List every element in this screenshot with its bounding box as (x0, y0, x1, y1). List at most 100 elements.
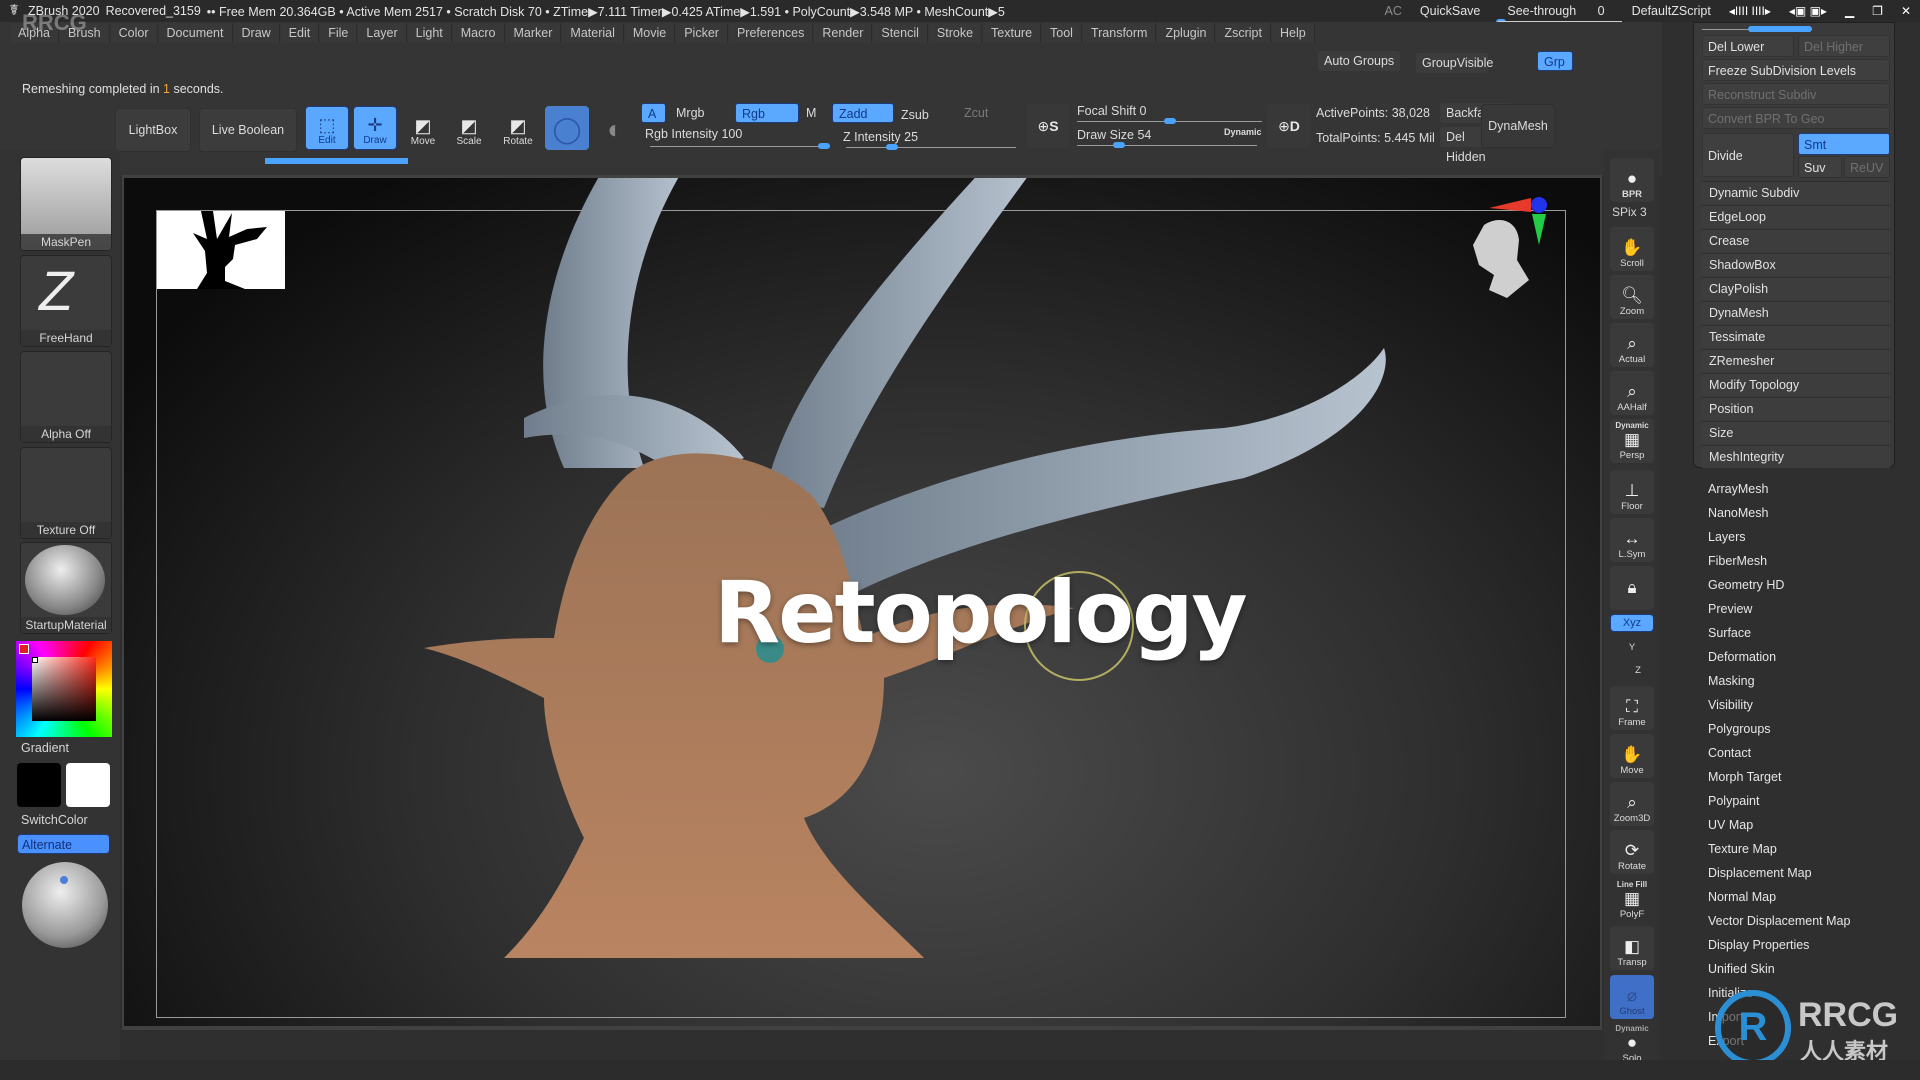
camera-lock-button[interactable]: 🔒︎ (1610, 566, 1654, 610)
draw-size-slider[interactable] (1077, 142, 1257, 148)
tool-arraymesh[interactable]: ArrayMesh (1708, 477, 1768, 501)
reuv-toggle[interactable]: ReUV (1844, 156, 1890, 178)
suv-toggle[interactable]: Suv (1798, 156, 1842, 178)
convert-bpr-button[interactable]: Convert BPR To Geo (1702, 107, 1890, 129)
draw-mode-button[interactable]: ✛ Draw (353, 106, 397, 150)
menu-help[interactable]: Help (1271, 23, 1315, 43)
tool-contact[interactable]: Contact (1708, 741, 1751, 765)
meshintegrity-row[interactable]: MeshIntegrity (1702, 445, 1890, 468)
crease-row[interactable]: Crease (1702, 229, 1890, 252)
persp-button[interactable]: Dynamic ▦ Persp (1610, 419, 1654, 463)
slider-knob[interactable] (818, 143, 830, 149)
dynamic-toggle[interactable]: Dynamic (1224, 127, 1262, 137)
tool-layers[interactable]: Layers (1708, 525, 1746, 549)
rotate-view-button[interactable]: ⟳ Rotate (1610, 830, 1654, 874)
a-button[interactable]: A (641, 103, 666, 123)
main-color-swatch[interactable] (17, 763, 61, 807)
floor-button[interactable]: ⊥ Floor (1610, 470, 1654, 514)
tool-surface[interactable]: Surface (1708, 621, 1751, 645)
edgeloop-row[interactable]: EdgeLoop (1702, 205, 1890, 228)
tool-polypaint[interactable]: Polypaint (1708, 789, 1759, 813)
scroll-button[interactable]: ✋ Scroll (1610, 227, 1654, 271)
slider-knob[interactable] (1163, 118, 1176, 124)
subdiv-level-slider[interactable] (1702, 26, 1812, 32)
smt-toggle[interactable]: Smt (1798, 133, 1890, 155)
rgb-intensity-slider[interactable] (650, 143, 830, 149)
del-higher-button[interactable]: Del Higher (1798, 35, 1890, 57)
slider-knob[interactable] (1748, 26, 1812, 32)
menu-stencil[interactable]: Stencil (873, 23, 928, 43)
slider-knob[interactable] (885, 144, 898, 150)
tool-masking[interactable]: Masking (1708, 669, 1755, 693)
zoom-button[interactable]: 🔍︎ Zoom (1610, 275, 1654, 319)
tool-unified-skin[interactable]: Unified Skin (1708, 957, 1775, 981)
y-rotate-button[interactable]: Y (1610, 637, 1654, 657)
menu-color[interactable]: Color (110, 23, 158, 43)
rgb-button[interactable]: Rgb (735, 103, 799, 123)
alternate-button[interactable]: Alternate (17, 834, 110, 854)
frame-button[interactable]: ⛶ Frame (1610, 686, 1654, 730)
close-icon[interactable]: ✕ (1901, 4, 1911, 18)
polyf-button[interactable]: Line Fill ▦ PolyF (1610, 878, 1654, 922)
menu-document[interactable]: Document (158, 23, 233, 43)
live-boolean-button[interactable]: Live Boolean (199, 108, 297, 152)
tool-display-properties[interactable]: Display Properties (1708, 933, 1809, 957)
auto-groups-button[interactable]: Auto Groups (1318, 51, 1401, 71)
zoom3d-button[interactable]: ⌕ Zoom3D (1610, 782, 1654, 826)
position-row[interactable]: Position (1702, 397, 1890, 420)
local-symmetry-button[interactable]: ↔ L.Sym (1610, 518, 1654, 562)
move-mode-button[interactable]: ◩ Move (401, 106, 445, 150)
menu-light[interactable]: Light (407, 23, 452, 43)
menu-stroke[interactable]: Stroke (928, 23, 983, 43)
viewport-canvas[interactable]: Retopology (124, 178, 1600, 1026)
menu-preferences[interactable]: Preferences (728, 23, 814, 43)
group-visible-button[interactable]: GroupVisible (1416, 53, 1493, 73)
panel-left-arrows-icon[interactable]: ◂IIII IIII▸ (1729, 4, 1771, 18)
x-axis-arrow[interactable] (1489, 198, 1531, 212)
claypolish-row[interactable]: ClayPolish (1702, 277, 1890, 300)
switch-color-button[interactable]: SwitchColor (21, 813, 88, 827)
gradient-label[interactable]: Gradient (21, 741, 69, 755)
mrgb-button[interactable]: Mrgb (670, 103, 710, 123)
zadd-button[interactable]: Zadd (832, 103, 894, 123)
menu-zplugin[interactable]: Zplugin (1157, 23, 1216, 43)
color-picker-square[interactable] (32, 657, 96, 721)
tessimate-row[interactable]: Tessimate (1702, 325, 1890, 348)
tool-texture-map[interactable]: Texture Map (1708, 837, 1777, 861)
tool-deformation[interactable]: Deformation (1708, 645, 1776, 669)
color-picker-cursor[interactable] (32, 657, 38, 663)
edit-mode-button[interactable]: ⬚ Edit (305, 106, 349, 150)
freeze-subdivision-button[interactable]: Freeze SubDivision Levels (1702, 59, 1890, 81)
menu-edit[interactable]: Edit (280, 23, 320, 43)
tool-geometry-hd[interactable]: Geometry HD (1708, 573, 1784, 597)
menu-texture[interactable]: Texture (983, 23, 1042, 43)
texture-selector[interactable]: Texture Off (20, 447, 112, 539)
reconstruct-subdiv-button[interactable]: Reconstruct Subdiv (1702, 83, 1890, 105)
color-picker[interactable] (16, 641, 112, 737)
grp-button[interactable]: Grp (1537, 51, 1573, 71)
aahalf-button[interactable]: ⌕ AAHalf (1610, 371, 1654, 415)
secondary-color-swatch[interactable] (66, 763, 110, 807)
menu-render[interactable]: Render (814, 23, 873, 43)
tool-morph-target[interactable]: Morph Target (1708, 765, 1781, 789)
slider-knob[interactable] (1113, 142, 1126, 148)
z-intensity-slider[interactable] (846, 144, 1016, 150)
tool-fibermesh[interactable]: FiberMesh (1708, 549, 1767, 573)
brush-selector[interactable]: MaskPen (20, 157, 112, 251)
menu-zscript[interactable]: Zscript (1216, 23, 1271, 43)
del-lower-button[interactable]: Del Lower (1702, 35, 1794, 57)
tool-vector-displacement-map[interactable]: Vector Displacement Map (1708, 909, 1850, 933)
tool-normal-map[interactable]: Normal Map (1708, 885, 1776, 909)
move-view-button[interactable]: ✋ Move (1610, 734, 1654, 778)
menu-transform[interactable]: Transform (1082, 23, 1157, 43)
tool-polygroups[interactable]: Polygroups (1708, 717, 1771, 741)
dynamesh-row[interactable]: DynaMesh (1702, 301, 1890, 324)
menu-movie[interactable]: Movie (624, 23, 676, 43)
dynamic-subdiv-row[interactable]: Dynamic Subdiv (1702, 181, 1890, 204)
rotate-mode-button[interactable]: ◩ Rotate (496, 106, 540, 150)
layout-toggle-icon[interactable]: ◂▣ ▣▸ (1789, 4, 1827, 18)
material-sphere-button[interactable]: ◯ (545, 106, 589, 150)
menu-file[interactable]: File (320, 23, 358, 43)
shadowbox-row[interactable]: ShadowBox (1702, 253, 1890, 276)
menu-tool[interactable]: Tool (1042, 23, 1082, 43)
